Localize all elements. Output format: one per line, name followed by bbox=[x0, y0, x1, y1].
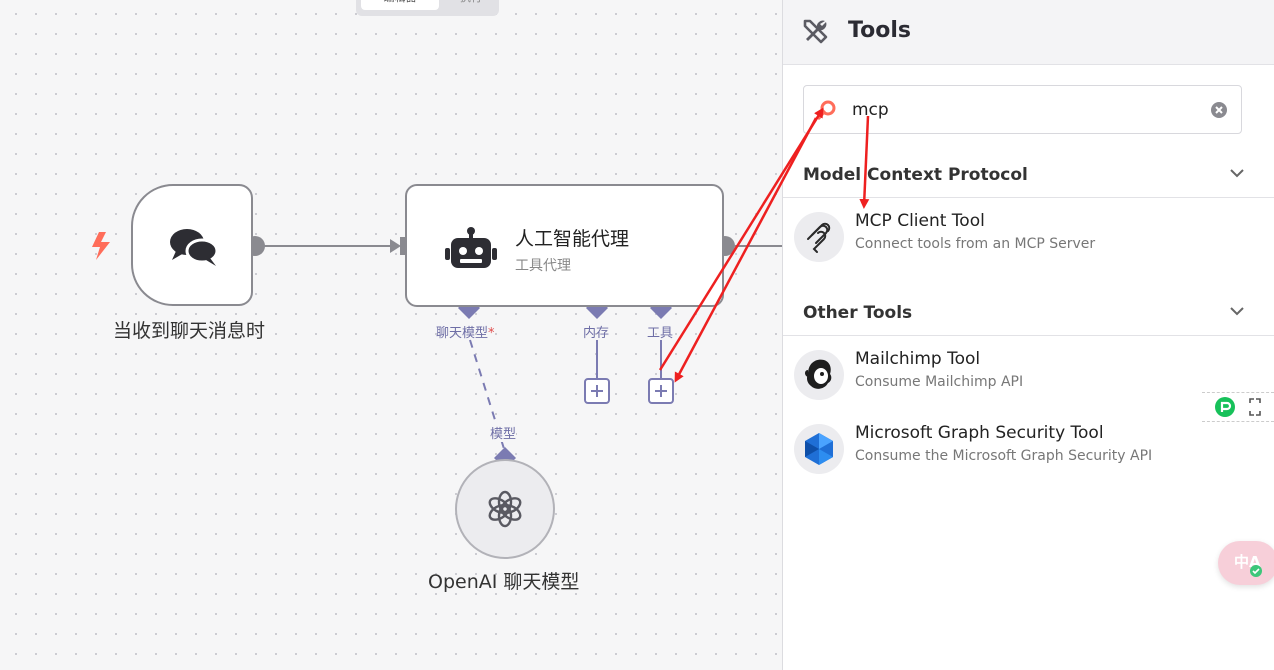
trigger-node-label: 当收到聊天消息时 bbox=[113, 320, 266, 342]
workflow-canvas[interactable]: 编辑器 执行 bbox=[0, 0, 782, 670]
section-title-mcp[interactable]: Model Context Protocol bbox=[803, 165, 1028, 185]
search-box[interactable] bbox=[803, 85, 1242, 134]
chat-trigger-node[interactable] bbox=[131, 184, 253, 306]
tool-name: Mailchimp Tool bbox=[855, 349, 981, 369]
model-port-label: 模型 bbox=[490, 423, 517, 442]
microsoft-graph-logo bbox=[805, 433, 833, 465]
required-marker: * bbox=[488, 326, 495, 341]
microsoft-graph-icon bbox=[794, 424, 844, 474]
agent-node-title: 人工智能代理 bbox=[515, 228, 630, 250]
tool-item-microsoft-graph-security[interactable]: Microsoft Graph Security Tool Consume th… bbox=[783, 423, 1274, 488]
check-icon bbox=[1250, 565, 1262, 577]
browser-extension-widget[interactable] bbox=[1202, 392, 1274, 422]
panel-header: Tools bbox=[783, 0, 1274, 65]
divider bbox=[783, 197, 1274, 198]
tool-port-label: 工具 bbox=[647, 326, 674, 341]
ai-agent-node[interactable]: 人工智能代理 工具代理 bbox=[405, 184, 724, 307]
fullscreen-icon[interactable] bbox=[1248, 397, 1262, 417]
panel-title: Tools bbox=[848, 18, 911, 43]
openai-model-node[interactable] bbox=[455, 459, 555, 559]
chevron-down-icon[interactable] bbox=[1229, 305, 1245, 317]
tools-icon bbox=[803, 19, 828, 44]
search-input[interactable] bbox=[852, 97, 1192, 123]
memory-port-label: 内存 bbox=[583, 326, 610, 341]
tool-name: MCP Client Tool bbox=[855, 211, 985, 231]
mailchimp-icon bbox=[794, 350, 844, 400]
chat-model-port-label: 聊天模型* bbox=[436, 326, 495, 341]
chevron-down-icon[interactable] bbox=[1229, 167, 1245, 179]
mcp-logo bbox=[807, 222, 831, 253]
search-icon bbox=[817, 100, 836, 120]
robot-icon bbox=[445, 227, 497, 268]
mcp-icon bbox=[794, 212, 844, 262]
tools-panel: Tools Model Context Protocol MCP C bbox=[782, 0, 1274, 670]
mailchimp-logo bbox=[805, 359, 832, 389]
section-title-other-tools[interactable]: Other Tools bbox=[803, 303, 912, 323]
model-node-label: OpenAI 聊天模型 bbox=[428, 571, 580, 593]
chat-bubbles-icon bbox=[170, 229, 219, 266]
lightning-icon bbox=[92, 232, 110, 260]
tool-description: Consume the Microsoft Graph Security API bbox=[855, 448, 1153, 464]
extension-green-icon[interactable] bbox=[1215, 397, 1235, 417]
tool-description: Connect tools from an MCP Server bbox=[855, 236, 1096, 252]
tool-item-mcp-client[interactable]: MCP Client Tool Connect tools from an MC… bbox=[783, 211, 1274, 276]
agent-node-subtitle: 工具代理 bbox=[515, 258, 571, 274]
tool-name: Microsoft Graph Security Tool bbox=[855, 423, 1104, 443]
tool-item-mailchimp[interactable]: Mailchimp Tool Consume Mailchimp API bbox=[783, 349, 1274, 414]
tool-description: Consume Mailchimp API bbox=[855, 374, 1024, 390]
openai-icon bbox=[488, 490, 522, 528]
connection-arrow bbox=[390, 239, 401, 253]
translate-button[interactable]: 中A bbox=[1218, 541, 1274, 585]
clear-icon[interactable] bbox=[1211, 102, 1227, 118]
divider bbox=[783, 335, 1274, 336]
